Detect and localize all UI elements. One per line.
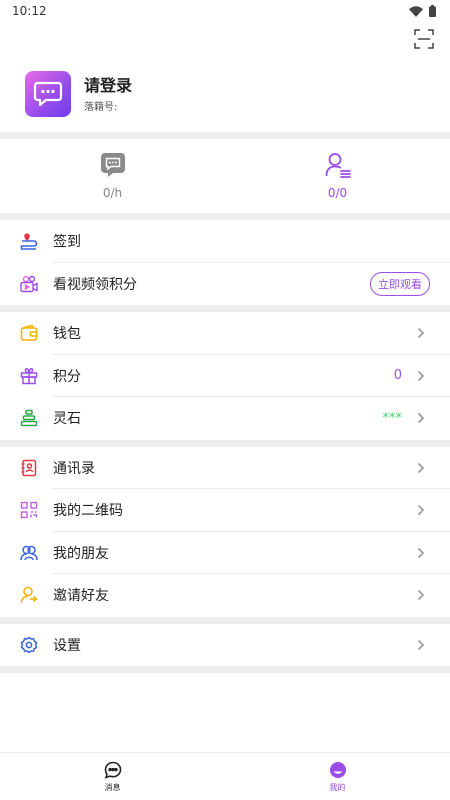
spirit-stone-value: *** [382, 410, 403, 426]
contacts-book-icon [20, 459, 38, 477]
checkin-label: 签到 [53, 234, 81, 251]
avatar[interactable] [25, 71, 71, 117]
menu-item-settings[interactable]: 设置 [0, 624, 450, 667]
menu-item-friends[interactable]: 我的朋友 [0, 532, 450, 575]
message-rate-icon [100, 153, 125, 177]
wallet-label: 钱包 [53, 326, 81, 343]
status-time: 10:12 [12, 4, 47, 18]
chat-bubble-icon [33, 81, 63, 107]
profile-face-icon [329, 761, 346, 778]
stat-messages[interactable]: 0/h [0, 139, 225, 213]
account-id-label: 落籍号: [84, 101, 118, 113]
spirit-stone-label: 灵石 [53, 411, 81, 428]
checkin-icon [20, 232, 38, 250]
chevron-right-icon [416, 412, 426, 424]
settings-label: 设置 [53, 637, 81, 654]
menu-item-contacts[interactable]: 通讯录 [0, 447, 450, 490]
section-divider [0, 213, 450, 220]
menu-item-video-points[interactable]: 看视频领积分 立即观看 [0, 263, 450, 306]
user-list-icon [325, 153, 351, 178]
stat-users[interactable]: 0/0 [225, 139, 450, 213]
video-reward-icon [20, 275, 38, 293]
user-count-value: 0/0 [327, 186, 348, 200]
menu-item-qrcode[interactable]: 我的二维码 [0, 489, 450, 532]
stats-panel: 0/h 0/0 [0, 139, 450, 213]
bottom-nav: 消息 我的 [0, 752, 450, 800]
menu-item-checkin[interactable]: 签到 [0, 220, 450, 263]
menu-item-points[interactable]: 积分 0 [0, 355, 450, 398]
watch-now-button[interactable]: 立即观看 [370, 271, 430, 296]
battery-icon [429, 5, 436, 17]
qrcode-icon [20, 501, 38, 519]
wifi-icon [409, 5, 423, 17]
gift-icon [20, 367, 38, 385]
menu-item-spirit-stone[interactable]: 灵石 *** [0, 397, 450, 440]
chevron-right-icon [416, 639, 426, 651]
contacts-label: 通讯录 [53, 460, 95, 477]
qrcode-label: 我的二维码 [53, 503, 123, 520]
section-divider [0, 666, 450, 673]
menu-item-invite[interactable]: 邀请好友 [0, 574, 450, 617]
chevron-right-icon [416, 370, 426, 382]
section-divider [0, 132, 450, 139]
invite-label: 邀请好友 [53, 588, 109, 605]
chevron-right-icon [416, 462, 426, 474]
points-value: 0 [393, 368, 402, 384]
video-points-label: 看视频领积分 [53, 276, 137, 293]
nav-tab-messages[interactable]: 消息 [0, 753, 225, 800]
chat-icon [104, 761, 121, 779]
nav-label-mine: 我的 [329, 782, 346, 792]
points-label: 积分 [53, 368, 81, 385]
chevron-right-icon [416, 589, 426, 601]
login-prompt[interactable]: 请登录 [84, 76, 132, 96]
message-rate-value: 0/h [102, 186, 123, 200]
friends-label: 我的朋友 [53, 545, 109, 562]
chevron-right-icon [416, 504, 426, 516]
friends-icon [20, 544, 38, 562]
profile-header[interactable]: 请登录 落籍号: [0, 56, 450, 132]
wallet-icon [20, 324, 38, 342]
section-divider [0, 616, 450, 624]
gear-icon [20, 636, 38, 654]
menu-item-wallet[interactable]: 钱包 [0, 312, 450, 355]
nav-tab-mine[interactable]: 我的 [225, 753, 450, 800]
stone-stack-icon [20, 409, 38, 427]
chevron-right-icon [416, 327, 426, 339]
nav-label-messages: 消息 [104, 782, 121, 792]
chevron-right-icon [416, 547, 426, 559]
section-divider [0, 305, 450, 312]
section-divider [0, 439, 450, 447]
invite-user-icon [20, 586, 38, 604]
scan-icon[interactable] [414, 29, 434, 49]
status-bar: 10:12 [0, 0, 450, 22]
